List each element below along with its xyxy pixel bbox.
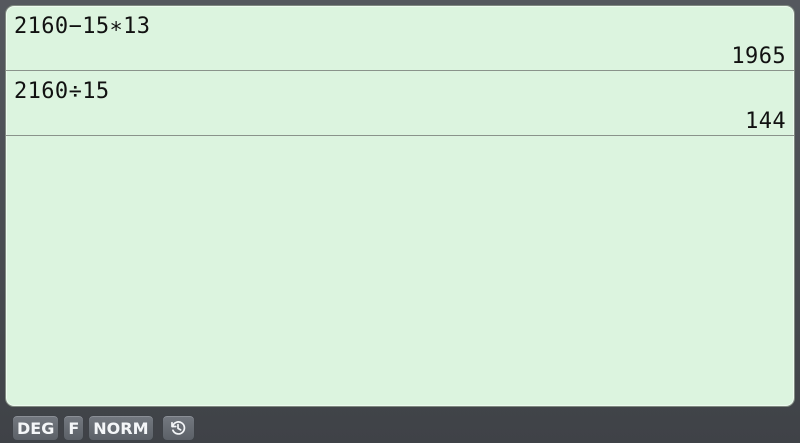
history-button[interactable] bbox=[161, 415, 195, 441]
mode-status-bar: DEG F NORM bbox=[0, 413, 800, 443]
history-entry[interactable]: 2160÷15 144 bbox=[6, 71, 794, 136]
result-text: 1965 bbox=[731, 44, 786, 69]
calculation-display[interactable]: 2160−15∗13 1965 2160÷15 144 bbox=[5, 5, 795, 407]
result-text: 144 bbox=[745, 109, 786, 134]
expression-text: 2160−15∗13 bbox=[14, 14, 151, 39]
history-icon bbox=[171, 421, 186, 435]
history-entry[interactable]: 2160−15∗13 1965 bbox=[6, 6, 794, 71]
number-mode-button[interactable]: NORM bbox=[88, 415, 154, 441]
angle-mode-button[interactable]: DEG bbox=[12, 415, 60, 441]
expression-text: 2160÷15 bbox=[14, 79, 110, 104]
calculator-app: 2160−15∗13 1965 2160÷15 144 DEG F NORM bbox=[0, 0, 800, 443]
format-mode-button[interactable]: F bbox=[63, 415, 85, 441]
